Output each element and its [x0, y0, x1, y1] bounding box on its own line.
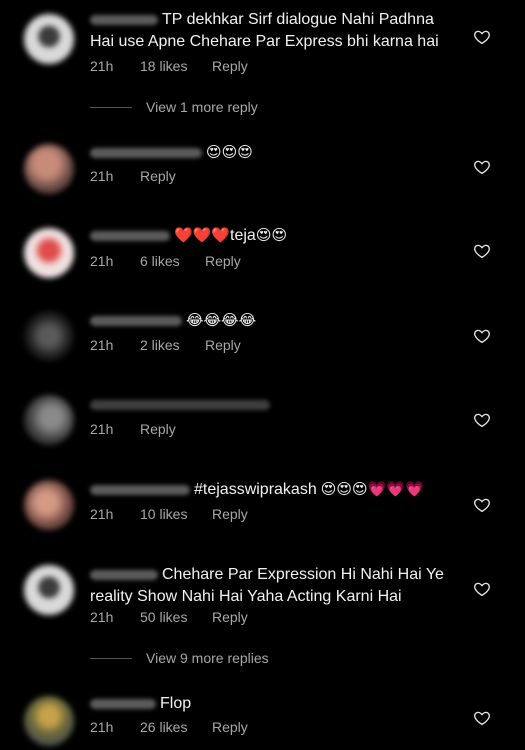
reply-button[interactable]: Reply [205, 337, 241, 353]
comment-time: 21h [90, 719, 114, 735]
avatar[interactable] [24, 395, 74, 445]
heart-icon[interactable] [473, 327, 491, 345]
like-count[interactable]: 18 likes [140, 58, 212, 74]
view-more-replies[interactable]: View 9 more replies [90, 650, 269, 666]
avatar[interactable] [24, 480, 74, 530]
avatar[interactable] [24, 144, 74, 194]
comment-time: 21h [90, 168, 114, 184]
comment-meta: 21h 18 likes Reply [90, 58, 248, 74]
comment-meta: 21h Reply [90, 421, 176, 437]
like-count[interactable]: 2 likes [140, 337, 205, 353]
reply-button[interactable]: Reply [212, 506, 248, 522]
username[interactable] [90, 698, 156, 709]
username[interactable] [90, 569, 158, 580]
divider [90, 106, 132, 108]
comment-time: 21h [90, 421, 114, 437]
heart-icon[interactable] [473, 580, 491, 598]
view-more-label[interactable]: View 1 more reply [146, 99, 258, 115]
divider [90, 657, 132, 659]
avatar[interactable] [24, 311, 74, 361]
comment-meta: 21h 10 likes Reply [90, 506, 248, 522]
reply-button[interactable]: Reply [212, 609, 248, 625]
avatar[interactable] [24, 696, 74, 746]
comment-text: 😍😍😍 [90, 142, 465, 164]
username[interactable] [90, 315, 182, 326]
comment-time: 21h [90, 58, 114, 74]
comment-text: Flop [90, 693, 465, 715]
username[interactable] [90, 484, 190, 495]
heart-icon[interactable] [473, 709, 491, 727]
username[interactable] [90, 230, 170, 241]
comment-meta: 21h 50 likes Reply [90, 609, 248, 625]
like-count[interactable]: 26 likes [140, 719, 212, 735]
view-more-label[interactable]: View 9 more replies [146, 650, 269, 666]
comment-time: 21h [90, 337, 114, 353]
comment-meta: 21h 2 likes Reply [90, 337, 241, 353]
comment-text [90, 394, 465, 416]
comment-text: #tejasswiprakash 😍😍😍💗💗💗 [90, 479, 465, 501]
comment-time: 21h [90, 609, 114, 625]
comment-meta: 21h 26 likes Reply [90, 719, 248, 735]
comment-meta: 21h 6 likes Reply [90, 253, 241, 269]
reply-button[interactable]: Reply [212, 719, 248, 735]
comment-meta: 21h Reply [90, 168, 176, 184]
comment-text: ❤️❤️❤️teja😍😍 [90, 225, 465, 247]
comment-text: TP dekhkar Sirf dialogue Nahi Padhna Hai… [90, 11, 439, 50]
reply-button[interactable]: Reply [140, 168, 176, 184]
like-count[interactable]: 10 likes [140, 506, 212, 522]
heart-icon[interactable] [473, 242, 491, 260]
reply-button[interactable]: Reply [212, 58, 248, 74]
comment-time: 21h [90, 506, 114, 522]
username[interactable] [90, 399, 270, 410]
avatar[interactable] [24, 14, 74, 64]
avatar[interactable] [24, 228, 74, 278]
username[interactable] [90, 147, 202, 158]
view-more-replies[interactable]: View 1 more reply [90, 99, 258, 115]
heart-icon[interactable] [473, 158, 491, 176]
comment-time: 21h [90, 253, 114, 269]
heart-icon[interactable] [473, 496, 491, 514]
reply-button[interactable]: Reply [205, 253, 241, 269]
avatar[interactable] [24, 565, 74, 615]
like-count[interactable]: 50 likes [140, 609, 212, 625]
comment-text: 😂😂😂😂 [90, 310, 465, 332]
heart-icon[interactable] [473, 28, 491, 46]
comment-text: Chehare Par Expression Hi Nahi Hai Ye re… [90, 566, 444, 605]
username[interactable] [90, 14, 158, 25]
like-count[interactable]: 6 likes [140, 253, 205, 269]
reply-button[interactable]: Reply [140, 421, 176, 437]
heart-icon[interactable] [473, 411, 491, 429]
